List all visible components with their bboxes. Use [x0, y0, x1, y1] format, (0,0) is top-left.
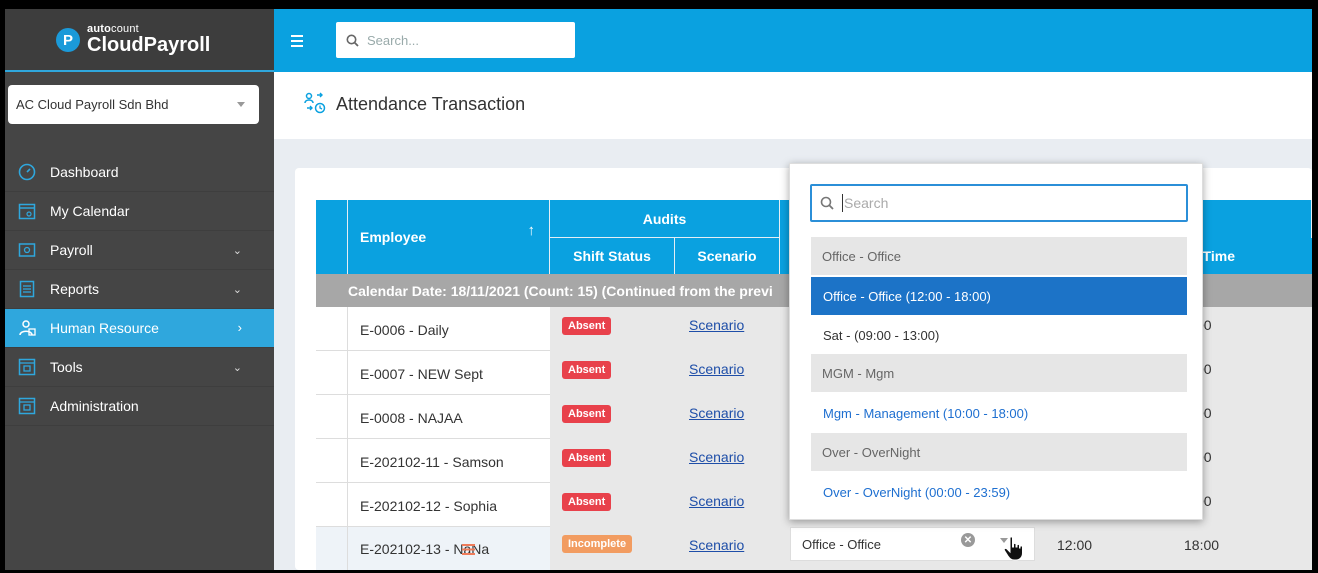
reports-icon — [18, 280, 36, 298]
status-badge: Absent — [562, 449, 612, 467]
dropdown-group-header: Over - OverNight — [811, 433, 1187, 471]
sidebar-item-label: Payroll — [50, 242, 93, 258]
top-bar: Search... — [274, 9, 1312, 72]
sidebar-nav: Dashboard My Calendar Payroll ⌄ Reports … — [5, 153, 274, 426]
time-out-value: 18:00 — [1184, 537, 1220, 553]
logo-text: CloudPayroll — [87, 34, 211, 56]
administration-icon — [18, 397, 36, 415]
row-select-cell[interactable] — [316, 527, 348, 570]
sidebar-item-label: Human Resource — [50, 320, 159, 336]
shift-status-header[interactable]: Shift Status — [550, 238, 675, 274]
shift-dropdown: Search Office - Office Office - Office (… — [789, 163, 1203, 520]
search-placeholder: Search... — [367, 32, 420, 48]
chevron-right-icon: › — [237, 320, 242, 335]
row-menu-icon[interactable] — [462, 544, 475, 555]
hand-cursor-icon — [1003, 536, 1023, 561]
scenario-link[interactable]: Scenario — [689, 361, 744, 377]
chevron-down-icon: ⌄ — [232, 245, 242, 257]
time-in-value: 12:00 — [1057, 537, 1093, 553]
dropdown-option[interactable]: Office - Office (12:00 - 18:00) — [811, 277, 1187, 315]
logo-bar: P autocount CloudPayroll — [5, 9, 274, 72]
hamburger-menu-icon[interactable] — [291, 35, 303, 50]
sidebar-item-label: My Calendar — [50, 203, 130, 219]
employee-name: E-0007 - NEW Sept — [360, 366, 483, 382]
dashboard-icon — [18, 163, 36, 181]
human-resource-icon — [18, 319, 36, 337]
text-cursor — [842, 194, 843, 212]
status-badge: Absent — [562, 317, 612, 335]
dropdown-search-placeholder: Search — [844, 195, 889, 211]
caret-down-icon — [237, 102, 245, 107]
company-select[interactable]: AC Cloud Payroll Sdn Bhd — [8, 85, 259, 124]
sidebar-item-label: Reports — [50, 281, 100, 297]
row-select-cell[interactable] — [316, 307, 348, 351]
sidebar-item-tools[interactable]: Tools ⌄ — [5, 348, 274, 387]
status-badge: Absent — [562, 361, 612, 379]
search-icon — [346, 34, 359, 47]
row-select-cell[interactable] — [316, 351, 348, 395]
scenario-header[interactable]: Scenario — [675, 238, 780, 274]
employee-name: E-0006 - Daily — [360, 322, 449, 338]
audits-header: Audits — [550, 200, 780, 238]
sidebar-item-my-calendar[interactable]: My Calendar — [5, 192, 274, 231]
page-header: Attendance Transaction — [274, 72, 1312, 139]
dropdown-group-header: MGM - Mgm — [811, 354, 1187, 392]
scenario-link[interactable]: Scenario — [689, 537, 744, 553]
global-search-input[interactable]: Search... — [336, 22, 575, 58]
dropdown-option[interactable]: Over - OverNight (00:00 - 23:59) — [811, 473, 1187, 511]
status-badge: Absent — [562, 405, 612, 423]
attendance-icon — [304, 92, 326, 114]
search-icon — [820, 196, 834, 210]
sidebar-item-dashboard[interactable]: Dashboard — [5, 153, 274, 192]
sidebar: P autocount CloudPayroll AC Cloud Payrol… — [5, 9, 274, 570]
sidebar-item-payroll[interactable]: Payroll ⌄ — [5, 231, 274, 270]
employee-header[interactable]: Employee ↑ — [348, 200, 550, 274]
employee-name: E-0008 - NAJAA — [360, 410, 463, 426]
row-select-cell[interactable] — [316, 483, 348, 527]
calendar-icon — [18, 202, 36, 220]
status-badge: Absent — [562, 493, 612, 511]
row-select-cell[interactable] — [316, 395, 348, 439]
dropdown-group-header: Office - Office — [811, 237, 1187, 275]
company-select-value: AC Cloud Payroll Sdn Bhd — [16, 97, 169, 112]
shift-select-value: Office - Office — [802, 536, 881, 552]
sidebar-item-label: Administration — [50, 398, 139, 414]
employee-name: E-202102-11 - Samson — [360, 454, 504, 470]
row-select-header — [316, 200, 348, 274]
sidebar-item-human-resource[interactable]: Human Resource › — [5, 309, 274, 348]
shift-select[interactable]: Office - Office — [790, 527, 1035, 561]
logo-icon: P — [56, 28, 80, 52]
dropdown-option[interactable]: Mgm - Management (10:00 - 18:00) — [811, 394, 1187, 432]
sidebar-item-label: Dashboard — [50, 164, 119, 180]
sidebar-item-reports[interactable]: Reports ⌄ — [5, 270, 274, 309]
chevron-down-icon: ⌄ — [232, 284, 242, 296]
scenario-link[interactable]: Scenario — [689, 405, 744, 421]
tools-icon — [18, 358, 36, 376]
chevron-down-icon: ⌄ — [232, 362, 242, 374]
employee-name: E-202102-12 - Sophia — [360, 498, 497, 514]
sort-ascending-icon[interactable]: ↑ — [528, 222, 536, 239]
scenario-link[interactable]: Scenario — [689, 449, 744, 465]
row-select-cell[interactable] — [316, 439, 348, 483]
scenario-link[interactable]: Scenario — [689, 493, 744, 509]
dropdown-option[interactable]: Sat - (09:00 - 13:00) — [811, 316, 1187, 354]
page-title: Attendance Transaction — [336, 94, 526, 114]
sidebar-item-label: Tools — [50, 359, 83, 375]
employee-header-label: Employee — [360, 229, 427, 245]
status-badge: Incomplete — [562, 535, 633, 553]
clear-icon[interactable]: ✕ — [961, 533, 975, 547]
payroll-icon — [18, 241, 36, 259]
scenario-link[interactable]: Scenario — [689, 317, 744, 333]
sidebar-item-administration[interactable]: Administration — [5, 387, 274, 426]
dropdown-search-input[interactable]: Search — [810, 184, 1188, 222]
